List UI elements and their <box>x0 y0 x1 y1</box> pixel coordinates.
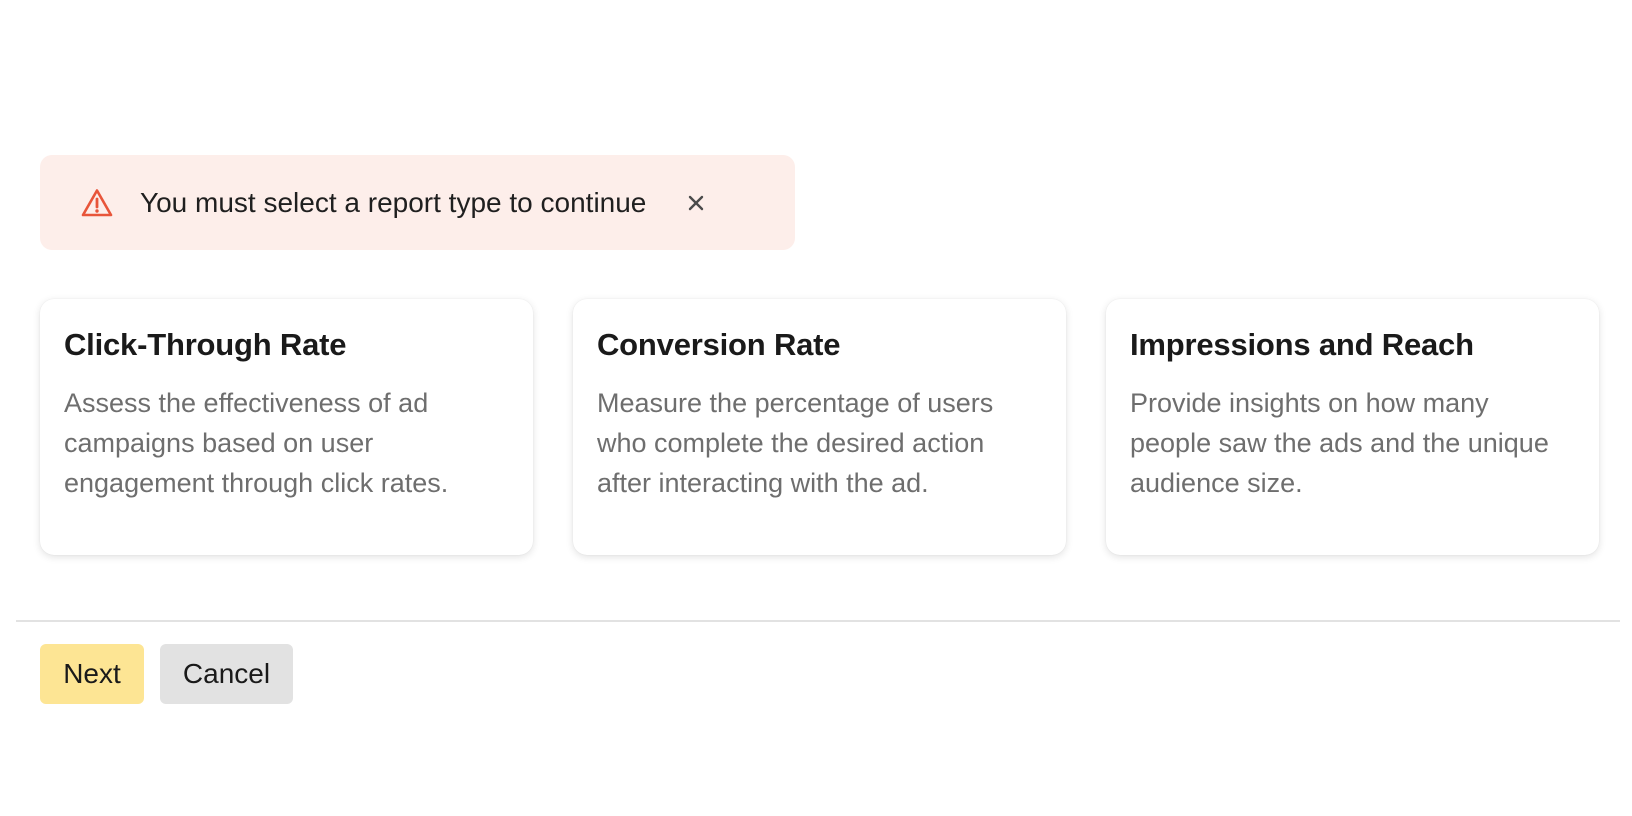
warning-triangle-icon <box>80 186 114 220</box>
close-icon[interactable] <box>680 187 712 219</box>
card-title: Impressions and Reach <box>1130 327 1474 362</box>
action-bar: Next Cancel <box>40 644 293 704</box>
cancel-button[interactable]: Cancel <box>160 644 293 704</box>
card-description: Assess the effectiveness of ad campaigns… <box>64 388 449 498</box>
card-title: Click-Through Rate <box>64 327 347 362</box>
report-card-click-through-rate[interactable]: Click-Through Rate Assess the effectiven… <box>40 299 533 555</box>
error-alert: You must select a report type to continu… <box>40 155 795 250</box>
card-description: Measure the percentage of users who comp… <box>597 388 994 498</box>
report-type-page: You must select a report type to continu… <box>0 0 1632 816</box>
report-card-impressions-and-reach[interactable]: Impressions and Reach Provide insights o… <box>1106 299 1599 555</box>
next-button[interactable]: Next <box>40 644 144 704</box>
report-card-conversion-rate[interactable]: Conversion Rate Measure the percentage o… <box>573 299 1066 555</box>
card-title: Conversion Rate <box>597 327 841 362</box>
report-type-cards: Click-Through Rate Assess the effectiven… <box>40 299 1599 555</box>
card-description: Provide insights on how many people saw … <box>1130 388 1549 498</box>
footer-divider <box>16 620 1620 622</box>
alert-message: You must select a report type to continu… <box>140 186 647 218</box>
